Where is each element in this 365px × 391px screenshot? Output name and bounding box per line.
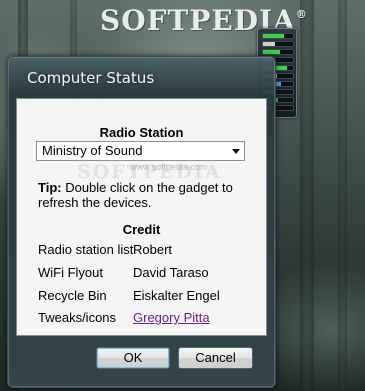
gadget-bar	[262, 41, 294, 47]
desktop-background: SOFTPEDIA® Computer Status Radio Station…	[0, 0, 365, 391]
gadget-bar	[262, 49, 294, 55]
dialog-title: Computer Status	[27, 69, 155, 87]
credit-link-gregory-pitta[interactable]: Gregory Pitta	[133, 310, 210, 325]
settings-panel: Radio Station Ministry of Sound SOFTPEDI…	[16, 98, 267, 336]
cancel-button[interactable]: Cancel	[178, 347, 253, 369]
radio-station-heading: Radio Station	[99, 125, 184, 140]
radio-station-selected: Ministry of Sound	[42, 143, 143, 158]
credit-label: Recycle Bin	[38, 288, 107, 303]
tip-text: Tip: Double click on the gadget to refre…	[38, 180, 253, 210]
credit-label: Tweaks/icons	[38, 310, 117, 325]
chevron-down-icon[interactable]	[232, 149, 240, 154]
background-tree	[338, 0, 347, 391]
gadget-bar-fill	[263, 34, 284, 38]
credit-label: Radio station list	[38, 242, 134, 257]
credit-value: Eiskalter Engel	[133, 288, 220, 303]
tip-body: Double click on the gadget to refresh th…	[38, 180, 233, 210]
credit-heading: Credit	[122, 222, 161, 237]
background-tree	[300, 0, 314, 391]
credit-value: Robert	[133, 242, 173, 257]
tip-label: Tip:	[38, 180, 62, 195]
computer-status-dialog: Computer Status Radio Station Ministry o…	[7, 56, 276, 388]
gadget-bar-fill	[263, 50, 280, 54]
gadget-bar-fill	[263, 42, 275, 46]
radio-station-dropdown[interactable]: Ministry of Sound	[36, 141, 245, 161]
credit-value: David Taraso	[133, 265, 209, 280]
gadget-bar	[262, 33, 294, 39]
softpedia-url-watermark: www.softpedia.com	[130, 162, 208, 172]
credit-label: WiFi Flyout	[38, 265, 103, 280]
ok-button[interactable]: OK	[96, 347, 170, 369]
